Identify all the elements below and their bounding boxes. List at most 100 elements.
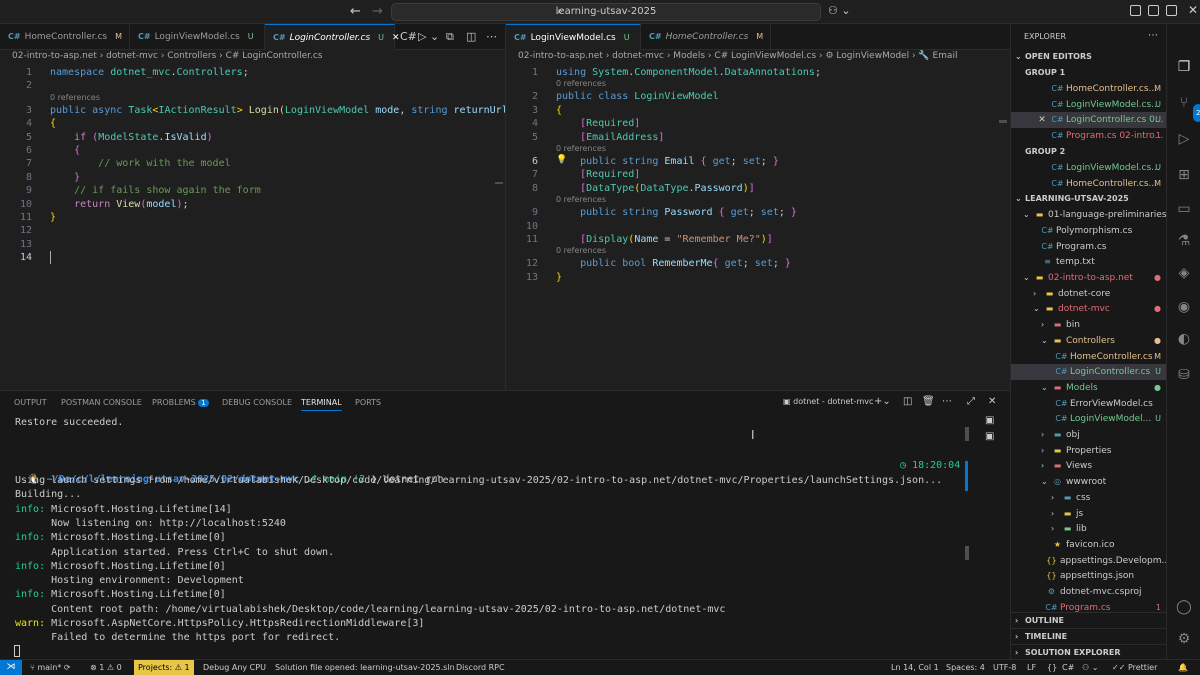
code-line[interactable]: [Display(Name = "Remember Me?")] [556,233,773,246]
file-item[interactable]: C# LoginViewModel... U [1011,411,1166,427]
remote-explorer-icon[interactable]: ▭ [1175,200,1193,218]
chevron-down-icon[interactable]: ⌄ [1033,301,1043,317]
code-lens-references[interactable]: 0 references [556,194,606,205]
folder-item[interactable]: ⌄ ▬ 02-intro-to-asp.net ● [1011,270,1166,286]
folder-item[interactable]: ⌄ ▬ dotnet-mvc ● [1011,301,1166,317]
chevron-down-icon[interactable]: ⌄ [1041,333,1051,349]
status-projects[interactable]: Projects: ⚠ 1 [134,660,194,675]
file-item[interactable]: ✕ C# LoginController.cs 0... U [1011,112,1166,129]
tab-login-viewmodel-right[interactable]: C# LoginViewModel.cs U [506,24,641,50]
code-line[interactable]: public string Password { get; set; } [556,206,797,219]
folder-item[interactable]: › ▬ dotnet-core [1011,286,1166,302]
chevron-right-icon[interactable]: › [1041,427,1051,443]
close-panel-icon[interactable]: ✕ [988,396,996,407]
code-line[interactable]: using System.ComponentModel.DataAnnotati… [556,66,821,79]
status-language[interactable]: C# [1062,660,1074,675]
file-item[interactable]: C# LoginController.cs U [1011,364,1166,381]
notifications-bell-icon[interactable]: 🔔 [1178,660,1188,675]
status-position[interactable]: Ln 14, Col 1 [891,660,939,675]
code-lens-references[interactable]: 0 references [556,143,606,154]
maximize-panel-icon[interactable]: ⤢ [967,396,975,407]
code-line[interactable]: } [50,211,56,224]
close-editor-icon[interactable]: ✕ [1033,112,1051,128]
more-actions-icon[interactable]: ⋯ [1148,30,1158,41]
code-line[interactable]: } [50,171,80,184]
file-item[interactable]: ≡ temp.txt [1011,254,1166,270]
new-terminal-icon[interactable]: +⌄ [874,396,891,407]
command-center-search[interactable]: ⌕ learning-utsav-2025 [391,3,821,21]
code-line[interactable]: { [50,144,80,157]
folder-item[interactable]: › ▬ Properties [1011,443,1166,459]
folder-item[interactable]: › ▬ bin [1011,317,1166,333]
api-client-icon[interactable]: ◈ [1175,264,1193,282]
tab-problems[interactable]: PROBLEMS 1 [152,398,209,407]
back-arrow-icon[interactable]: ← [350,4,361,19]
file-item[interactable]: C# HomeController.cs M [1011,349,1166,365]
status-eol[interactable]: LF [1027,660,1036,675]
code-line[interactable]: public string Email { get; set; } [556,155,779,168]
file-item[interactable]: C# HomeController.cs... M [1011,81,1166,97]
code-line[interactable]: } [556,271,562,284]
status-encoding[interactable]: UTF-8 [993,660,1016,675]
group-1-label[interactable]: GROUP 1 [1011,65,1166,81]
chevron-right-icon[interactable]: › [1041,443,1051,459]
chevron-right-icon[interactable]: › [1051,506,1061,522]
chevron-right-icon[interactable]: › [1051,521,1061,537]
file-item[interactable]: C# LoginViewModel.cs... U [1011,160,1166,176]
terminal-tab-icon[interactable]: ▣ [985,415,994,426]
code-line[interactable]: [DataType(DataType.Password)] [556,182,755,195]
chevron-right-icon[interactable]: › [1041,458,1051,474]
toggle-secondary-sidebar-icon[interactable] [1166,5,1177,16]
timeline-section[interactable]: › TIMELINE [1011,628,1166,644]
toggle-sidebar-icon[interactable] [1130,5,1141,16]
postman-icon[interactable]: ◉ [1175,298,1193,316]
open-changes-icon[interactable]: ⧉ [446,30,454,44]
tab-login-controller[interactable]: C# LoginController.cs U ✕ [265,24,400,50]
code-lens-references[interactable]: 0 references [50,92,100,103]
code-lens-references[interactable]: 0 references [556,78,606,89]
folder-item[interactable]: › ▬ obj [1011,427,1166,443]
remote-icon[interactable]: ⋊ [0,660,22,675]
folder-item[interactable]: ⌄ ◎ wwwroot [1011,474,1166,490]
folder-item[interactable]: ⌄ ▬ Controllers ● [1011,333,1166,349]
toggle-panel-icon[interactable] [1148,5,1159,16]
status-copilot[interactable]: ⚇ ⌄ [1082,660,1098,675]
run-debug-icon[interactable]: ▷ [1175,130,1193,148]
status-prettier[interactable]: ✓✓ Prettier [1112,660,1157,675]
group-2-label[interactable]: GROUP 2 [1011,144,1166,160]
code-line[interactable]: [EmailAddress] [556,131,664,144]
folder-item[interactable]: › ▬ lib [1011,521,1166,537]
tab-home-controller-right[interactable]: C# HomeController.cs M [641,24,771,50]
folder-item[interactable]: › ▬ css [1011,490,1166,506]
tab-terminal[interactable]: TERMINAL [301,398,342,411]
file-item[interactable]: C# Polymorphism.cs [1011,223,1166,239]
file-item[interactable]: C# LoginViewModel.cs... U [1011,97,1166,113]
terminal-tab-icon[interactable]: ▣ [985,431,994,442]
workspace-section[interactable]: ⌄ LEARNING-UTSAV-2025 [1011,191,1166,207]
code-line[interactable]: [Required] [556,168,640,181]
status-debug-config[interactable]: Debug Any CPU [203,660,266,675]
tab-debug-console[interactable]: DEBUG CONSOLE [222,398,292,407]
database-icon[interactable]: ⛁ [1175,366,1193,384]
breadcrumb[interactable]: 02-intro-to-asp.net › dotnet-mvc › Contr… [12,51,323,61]
file-item[interactable]: {} appsettings.Developm... [1011,553,1166,569]
tab-postman-console[interactable]: POSTMAN CONSOLE [61,398,142,407]
code-line[interactable]: if (ModelState.IsValid) [50,131,213,144]
close-tab-icon[interactable]: ✕ [392,33,400,43]
close-window-icon[interactable]: ✕ [1188,3,1198,17]
chevron-right-icon[interactable]: › [1051,490,1061,506]
file-item[interactable]: C# HomeController.cs... M [1011,176,1166,192]
more-actions-icon[interactable]: ⋯ [942,396,952,407]
split-terminal-icon[interactable]: ◫ [903,396,912,407]
copilot-icon[interactable]: ⚇ ⌄ [828,4,851,17]
folder-item[interactable]: › ▬ Views [1011,458,1166,474]
terminal-scrollbar[interactable] [965,427,969,441]
kill-terminal-icon[interactable]: 🗑 [922,396,935,407]
terminal-scrollbar-thumb[interactable] [965,546,969,560]
tab-output[interactable]: OUTPUT [14,398,47,407]
folder-item[interactable]: › ▬ js [1011,506,1166,522]
status-problems[interactable]: ⊗ 1 ⚠ 0 [90,660,122,675]
code-line[interactable]: namespace dotnet_mvc.Controllers; [50,66,249,79]
folder-item[interactable]: ⌄ ▬ Models ● [1011,380,1166,396]
chevron-down-icon[interactable]: ⌄ [430,30,439,43]
